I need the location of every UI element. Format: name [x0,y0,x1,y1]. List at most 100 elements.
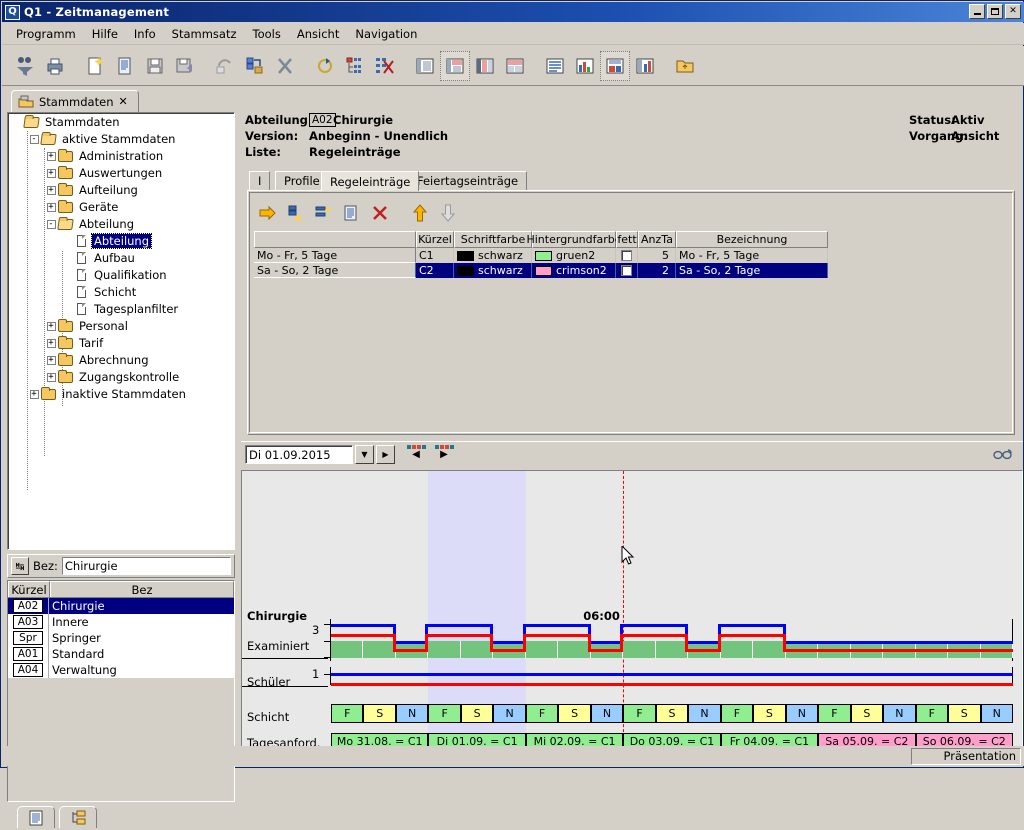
tree-item-zugangskontrolle[interactable]: +Zugangskontrolle [8,368,234,385]
minimize-button[interactable] [969,4,985,19]
shift-cell[interactable]: F [916,704,948,723]
tree-toggle-icon[interactable]: + [44,338,58,348]
tree-item-abteilung[interactable]: -Abteilung [8,215,234,232]
day-requirement-cell[interactable]: Do 03.09. = C1 [623,733,720,747]
menu-item-tools[interactable]: Tools [245,25,289,43]
day-requirement-cell[interactable]: Mi 02.09. = C1 [526,733,623,747]
column-header-anzta[interactable]: AnzTa [638,231,676,248]
stammdaten-tree[interactable]: Stammdaten-aktive Stammdaten+Administrat… [7,112,235,550]
open-folder-icon[interactable] [670,51,700,81]
save-icon[interactable] [140,51,170,81]
chart-compare-icon[interactable] [630,51,660,81]
table-row[interactable]: A01Standard [8,646,234,662]
abteilung-grid[interactable]: Kürzel Bez A02ChirurgieA03InnereSprSprin… [7,580,235,802]
tree-item-tagesplanfilter[interactable]: Tagesplanfilter [8,300,234,317]
tree-item-auswertungen[interactable]: +Auswertungen [8,164,234,181]
insert-row-icon[interactable] [310,199,338,227]
date-dropdown-button[interactable]: ▼ [355,445,374,464]
tree-toggle-icon[interactable]: - [44,219,58,229]
delete-icon[interactable] [270,51,300,81]
tree-toggle-icon[interactable]: - [27,134,41,144]
close-icon[interactable]: ✕ [118,95,127,108]
tab-stammdaten[interactable]: Stammdaten ✕ [11,90,139,112]
list-view-icon[interactable] [540,51,570,81]
column-header-bez[interactable]: Bez [50,581,234,597]
table-row[interactable]: A02Chirurgie [8,598,234,614]
view-single-column-icon[interactable] [410,51,440,81]
day-requirement-cell[interactable]: Di 01.09. = C1 [428,733,525,747]
tree-toggle-icon[interactable]: + [44,372,58,382]
table-row[interactable]: Mo - Fr, 5 TageC1schwarzgruen25Mo - Fr, … [254,248,828,263]
tree-item-qualifikation[interactable]: Qualifikation [8,266,234,283]
tree-item-inaktive-stammdaten[interactable]: +inaktive Stammdaten [8,385,234,402]
prev-period-button[interactable]: ◀ [405,445,427,467]
tree-item-personal[interactable]: +Personal [8,317,234,334]
table-row[interactable]: A03Innere [8,614,234,630]
glasses-icon[interactable] [993,448,1013,464]
shift-cell[interactable]: S [753,704,785,723]
shift-cell[interactable]: S [656,704,688,723]
tree-toggle-icon[interactable]: + [27,389,41,399]
next-period-button[interactable]: ▶ [433,445,455,467]
chart-bar-icon[interactable] [570,51,600,81]
shift-cell[interactable]: F [526,704,558,723]
tab-i[interactable]: I [249,171,270,190]
table-row[interactable]: A04Verwaltung [8,662,234,678]
menu-item-stammsatz[interactable]: Stammsatz [164,25,245,43]
shift-cell[interactable]: N [493,704,525,723]
tree-structure-icon[interactable] [340,51,370,81]
add-row-icon[interactable] [282,199,310,227]
shift-cell[interactable]: N [981,704,1013,723]
tree-toggle-icon[interactable]: + [44,185,58,195]
date-input[interactable]: Di 01.09.2015 [245,445,353,464]
regeleintraege-grid[interactable]: Kürzel Schriftfarbe Hintergrundfarbe fet… [254,231,828,278]
view-split-vertical-icon[interactable] [440,51,470,81]
date-play-button[interactable]: ▶ [376,445,395,464]
fett-checkbox[interactable] [621,265,632,276]
gantt-chart[interactable]: Chirurgie Examiniert Schüler Schicht Tag… [241,470,1023,747]
refresh-icon[interactable] [310,51,340,81]
filter-people-icon[interactable] [10,51,40,81]
column-header-schriftfarbe[interactable]: Schriftfarbe [454,231,532,248]
shift-cell[interactable]: S [948,704,980,723]
tree-toggle-icon[interactable]: + [44,321,58,331]
menu-item-programm[interactable]: Programm [8,25,84,43]
shift-cell[interactable]: F [331,704,363,723]
tab-feiertagseintraege[interactable]: Feiertagseinträge [408,171,527,190]
move-down-icon[interactable] [434,199,462,227]
shift-cell[interactable]: S [363,704,395,723]
new-document-icon[interactable] [80,51,110,81]
shift-cell[interactable]: S [558,704,590,723]
tree-toggle-icon[interactable]: + [44,151,58,161]
view-top-bottom-icon[interactable] [500,51,530,81]
menu-item-navigation[interactable]: Navigation [347,25,425,43]
save-as-icon[interactable] [170,51,200,81]
copy-row-icon[interactable] [338,199,366,227]
tree-item-ger-te[interactable]: +Geräte [8,198,234,215]
delete-row-icon[interactable] [366,199,394,227]
tree-item-aufbau[interactable]: Aufbau [8,249,234,266]
shift-cell[interactable]: S [851,704,883,723]
menu-item-hilfe[interactable]: Hilfe [84,25,126,43]
column-header-fett[interactable]: fett [616,231,638,248]
move-up-icon[interactable] [406,199,434,227]
menu-item-info[interactable]: Info [126,25,164,43]
tree-item-administration[interactable]: +Administration [8,147,234,164]
shift-cell[interactable]: N [396,704,428,723]
tab-list-view[interactable] [17,806,55,828]
column-header-kuerzel[interactable]: Kürzel [8,581,50,597]
swap-icon[interactable]: ↹ [11,557,29,575]
column-header-hintergrundfarbe[interactable]: Hintergrundfarbe [532,231,616,248]
print-icon[interactable] [40,51,70,81]
menu-item-ansicht[interactable]: Ansicht [289,25,347,43]
fett-checkbox[interactable] [621,250,632,261]
day-requirement-cell[interactable]: Fr 04.09. = C1 [721,733,818,747]
tree-item-schicht[interactable]: Schicht [8,283,234,300]
tree-item-tarif[interactable]: +Tarif [8,334,234,351]
day-requirement-cell[interactable]: So 06.09. = C2 [916,733,1013,747]
shift-cell[interactable]: F [721,704,753,723]
view-left-right-icon[interactable] [470,51,500,81]
shift-cell[interactable]: F [623,704,655,723]
tree-toggle-icon[interactable]: + [44,355,58,365]
chart-detail-icon[interactable] [600,51,630,81]
